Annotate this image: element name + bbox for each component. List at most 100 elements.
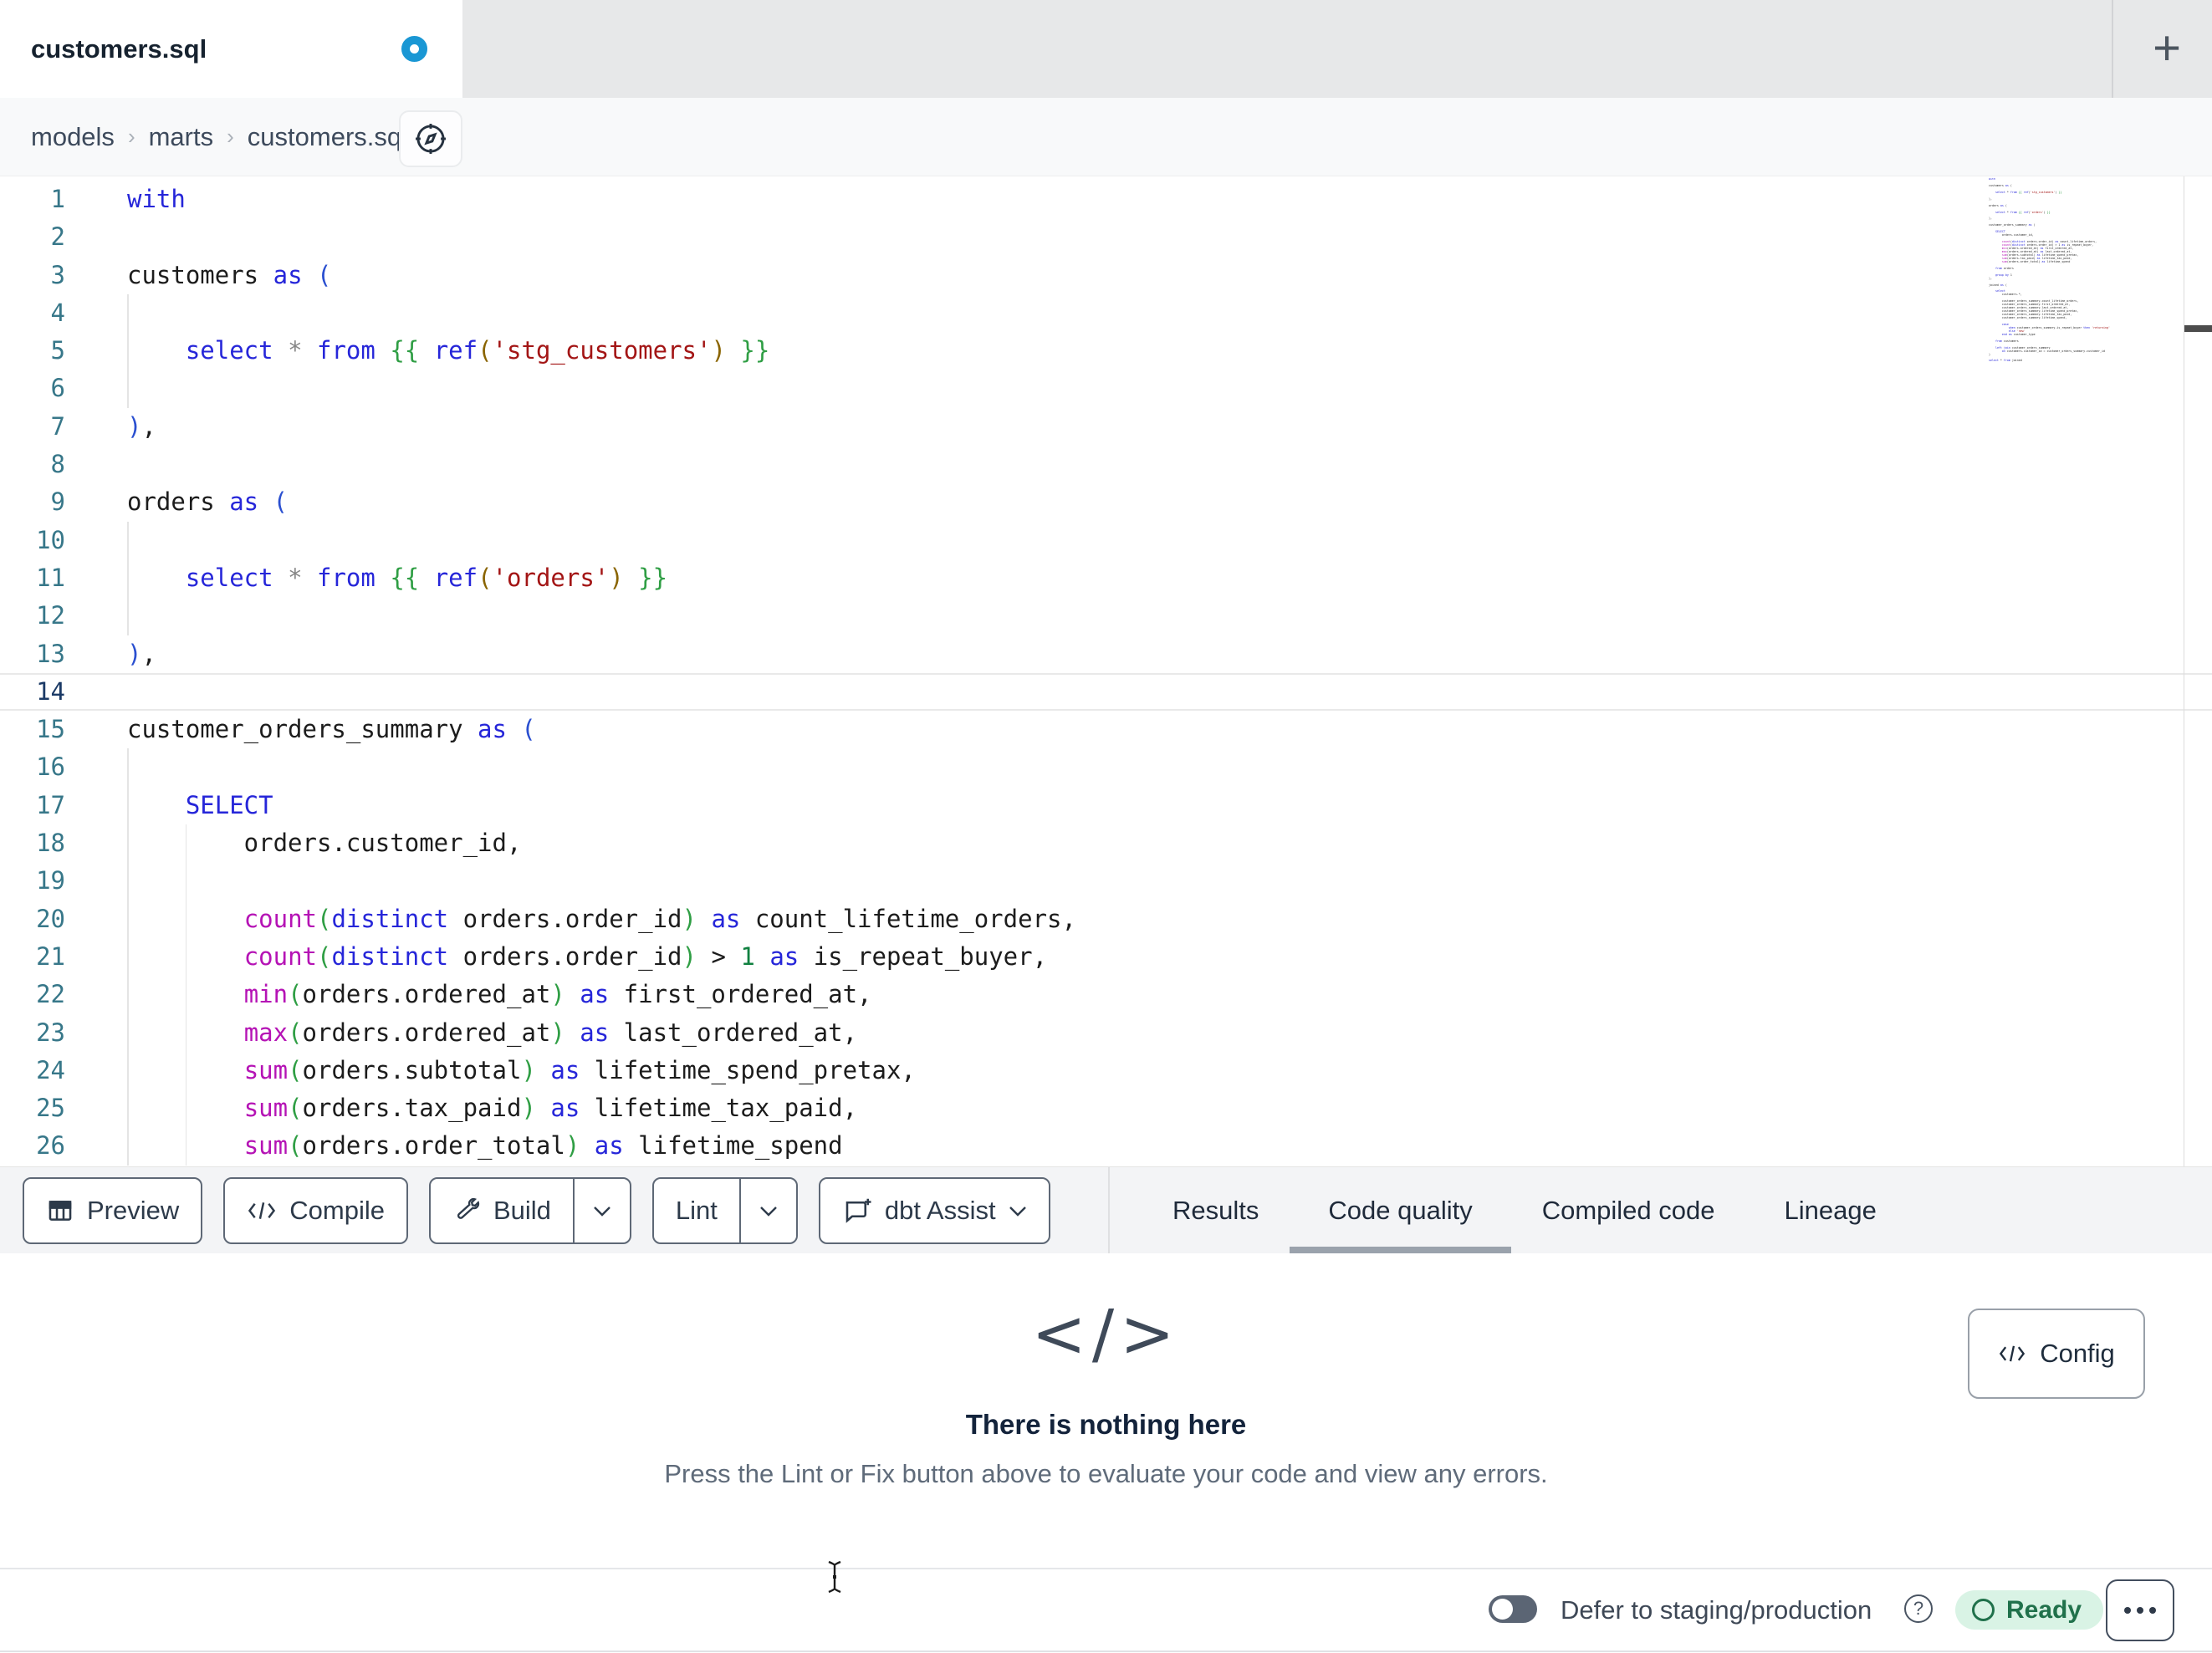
code-text: select * from {{ ref('stg_customers') }} bbox=[185, 336, 770, 365]
tab-code-quality[interactable]: Code quality bbox=[1290, 1167, 1512, 1254]
lint-button[interactable]: Lint bbox=[651, 1177, 798, 1244]
build-dropdown-button[interactable] bbox=[575, 1179, 630, 1242]
indent-guide bbox=[185, 862, 187, 900]
line-number: 12 bbox=[36, 601, 65, 630]
help-icon[interactable]: ? bbox=[1904, 1594, 1933, 1623]
tab-bar: customers.sql + bbox=[0, 0, 2212, 98]
code-line-19[interactable]: 19 bbox=[0, 862, 2212, 900]
minimap-code: with customers as ( select * from {{ ref… bbox=[1989, 178, 2110, 363]
compile-button[interactable]: Compile bbox=[223, 1177, 408, 1244]
chevron-down-icon bbox=[759, 1206, 778, 1217]
lineage-navigate-button[interactable] bbox=[399, 110, 462, 167]
tab-lineage[interactable]: Lineage bbox=[1785, 1167, 1877, 1254]
ibeam-cursor bbox=[824, 1559, 845, 1594]
code-line-8[interactable]: 8 bbox=[0, 446, 2212, 483]
code-line-5[interactable]: 5 select * from {{ ref('stg_customers') … bbox=[0, 332, 2212, 370]
code-text: orders.customer_id, bbox=[127, 829, 522, 858]
status-bar: Defer to staging/production ? Ready bbox=[0, 1568, 2212, 1652]
code-editor[interactable]: 1 with 2 3 customers as ( 4 5 select * from {{… bbox=[0, 176, 2212, 1167]
toolbar-tabs-divider bbox=[1108, 1167, 1110, 1254]
line-number: 18 bbox=[36, 829, 65, 858]
code-line-24[interactable]: 24 sum(orders.subtotal) as lifetime_spen… bbox=[0, 1051, 2212, 1090]
unsaved-changes-dot-icon bbox=[401, 36, 427, 62]
code-line-22[interactable]: 22 min(orders.ordered_at) as first_order… bbox=[0, 976, 2212, 1014]
code-line-16[interactable]: 16 bbox=[0, 748, 2212, 787]
line-number: 25 bbox=[36, 1094, 65, 1123]
ellipsis-icon bbox=[2124, 1607, 2131, 1614]
line-number: 16 bbox=[36, 753, 65, 782]
indent-guide bbox=[127, 862, 129, 900]
code-line-23[interactable]: 23 max(orders.ordered_at) as last_ordere… bbox=[0, 1013, 2212, 1052]
line-number: 10 bbox=[36, 525, 65, 554]
build-button[interactable]: Build bbox=[428, 1177, 631, 1244]
code-line-9[interactable]: 9 orders as ( bbox=[0, 483, 2212, 521]
empty-state-subtitle: Press the Lint or Fix button above to ev… bbox=[664, 1459, 1548, 1488]
code-line-18[interactable]: 18 orders.customer_id, bbox=[0, 824, 2212, 863]
line-number: 23 bbox=[36, 1018, 65, 1047]
line-number: 14 bbox=[36, 676, 65, 706]
result-panel-tabs: Results Code quality Compiled code Linea… bbox=[1172, 1167, 1877, 1254]
code-line-26[interactable]: 26 sum(orders.order_total) as lifetime_s… bbox=[0, 1127, 2212, 1166]
breadcrumb-item-customers-sql: customers.sql bbox=[247, 121, 408, 151]
code-text: with bbox=[127, 185, 186, 213]
breadcrumb: models › marts › customers.sql bbox=[31, 98, 407, 176]
defer-toggle[interactable] bbox=[1489, 1595, 1537, 1623]
compile-button-label: Compile bbox=[289, 1196, 385, 1225]
code-slash-icon: </> bbox=[1031, 1297, 1181, 1372]
code-line-15[interactable]: 15 customer_orders_summary as ( bbox=[0, 711, 2212, 748]
line-number: 4 bbox=[50, 298, 65, 327]
code-line-4[interactable]: 4 bbox=[0, 293, 2212, 333]
file-tab-customers-sql[interactable]: customers.sql bbox=[0, 0, 462, 98]
line-number: 22 bbox=[36, 980, 65, 1009]
new-tab-button[interactable]: + bbox=[2138, 18, 2196, 77]
code-line-7[interactable]: 7), bbox=[0, 408, 2212, 446]
dbt-assist-button[interactable]: dbt Assist bbox=[818, 1177, 1050, 1244]
code-line-12[interactable]: 12 bbox=[0, 597, 2212, 635]
preview-button[interactable]: Preview bbox=[23, 1177, 203, 1244]
line-number: 13 bbox=[36, 639, 65, 668]
tab-compiled-code[interactable]: Compiled code bbox=[1542, 1167, 1715, 1254]
line-number: 7 bbox=[50, 411, 65, 441]
code-line-11[interactable]: 11 select * from {{ ref('orders') }} bbox=[0, 559, 2212, 598]
code-text: count(distinct orders.order_id) > 1 as i… bbox=[243, 941, 1048, 971]
more-options-button[interactable] bbox=[2106, 1579, 2174, 1641]
breadcrumb-item-marts[interactable]: marts bbox=[149, 122, 214, 152]
code-text: min(orders.ordered_at) as first_ordered_… bbox=[243, 980, 872, 1009]
line-number: 5 bbox=[50, 336, 65, 365]
indent-guide bbox=[127, 370, 129, 408]
code-text: orders as ( bbox=[127, 487, 289, 517]
code-text: sum(orders.tax_paid) as lifetime_tax_pai… bbox=[243, 1094, 858, 1123]
chevron-down-icon bbox=[593, 1206, 611, 1217]
code-line-2[interactable]: 2 bbox=[0, 218, 2212, 256]
config-button[interactable]: Config bbox=[1968, 1309, 2145, 1399]
code-line-3[interactable]: 3 customers as ( bbox=[0, 257, 2212, 294]
editor-minimap[interactable]: with customers as ( select * from {{ ref… bbox=[1989, 178, 2184, 363]
plus-icon: + bbox=[2153, 20, 2181, 75]
code-line-10[interactable]: 10 bbox=[0, 521, 2212, 559]
lint-button-label: Lint bbox=[675, 1196, 718, 1225]
code-line-6[interactable]: 6 bbox=[0, 370, 2212, 408]
lint-dropdown-button[interactable] bbox=[741, 1179, 796, 1242]
code-line-13[interactable]: 13), bbox=[0, 635, 2212, 673]
file-tab-label: customers.sql bbox=[31, 33, 207, 64]
code-line-1[interactable]: 1 with bbox=[0, 181, 2212, 218]
code-text: count(distinct orders.order_id) as count… bbox=[243, 904, 1076, 933]
line-number: 3 bbox=[50, 260, 65, 289]
breadcrumb-row: models › marts › customers.sql bbox=[0, 98, 2212, 268]
line-number: 15 bbox=[36, 715, 65, 744]
code-text: sum(orders.subtotal) as lifetime_spend_p… bbox=[243, 1055, 916, 1084]
code-line-21[interactable]: 21 count(distinct orders.order_id) > 1 a… bbox=[0, 937, 2212, 977]
code-icon bbox=[247, 1198, 277, 1223]
indent-guide bbox=[127, 521, 129, 559]
code-line-14[interactable]: 14 bbox=[0, 673, 2212, 711]
code-line-20[interactable]: 20 count(distinct orders.order_id) as co… bbox=[0, 900, 2212, 938]
code-text: ), bbox=[127, 639, 156, 668]
editor-lines: 1 with 2 3 customers as ( 4 5 select * from {{… bbox=[0, 181, 2212, 1166]
code-line-25[interactable]: 25 sum(orders.tax_paid) as lifetime_tax_… bbox=[0, 1089, 2212, 1128]
code-line-17[interactable]: 17 SELECT bbox=[0, 786, 2212, 825]
ready-status-badge: Ready bbox=[1955, 1590, 2104, 1630]
tab-results[interactable]: Results bbox=[1172, 1167, 1259, 1254]
preview-button-label: Preview bbox=[87, 1196, 180, 1225]
chat-sparkle-icon bbox=[842, 1196, 872, 1226]
breadcrumb-item-models[interactable]: models bbox=[31, 122, 115, 152]
